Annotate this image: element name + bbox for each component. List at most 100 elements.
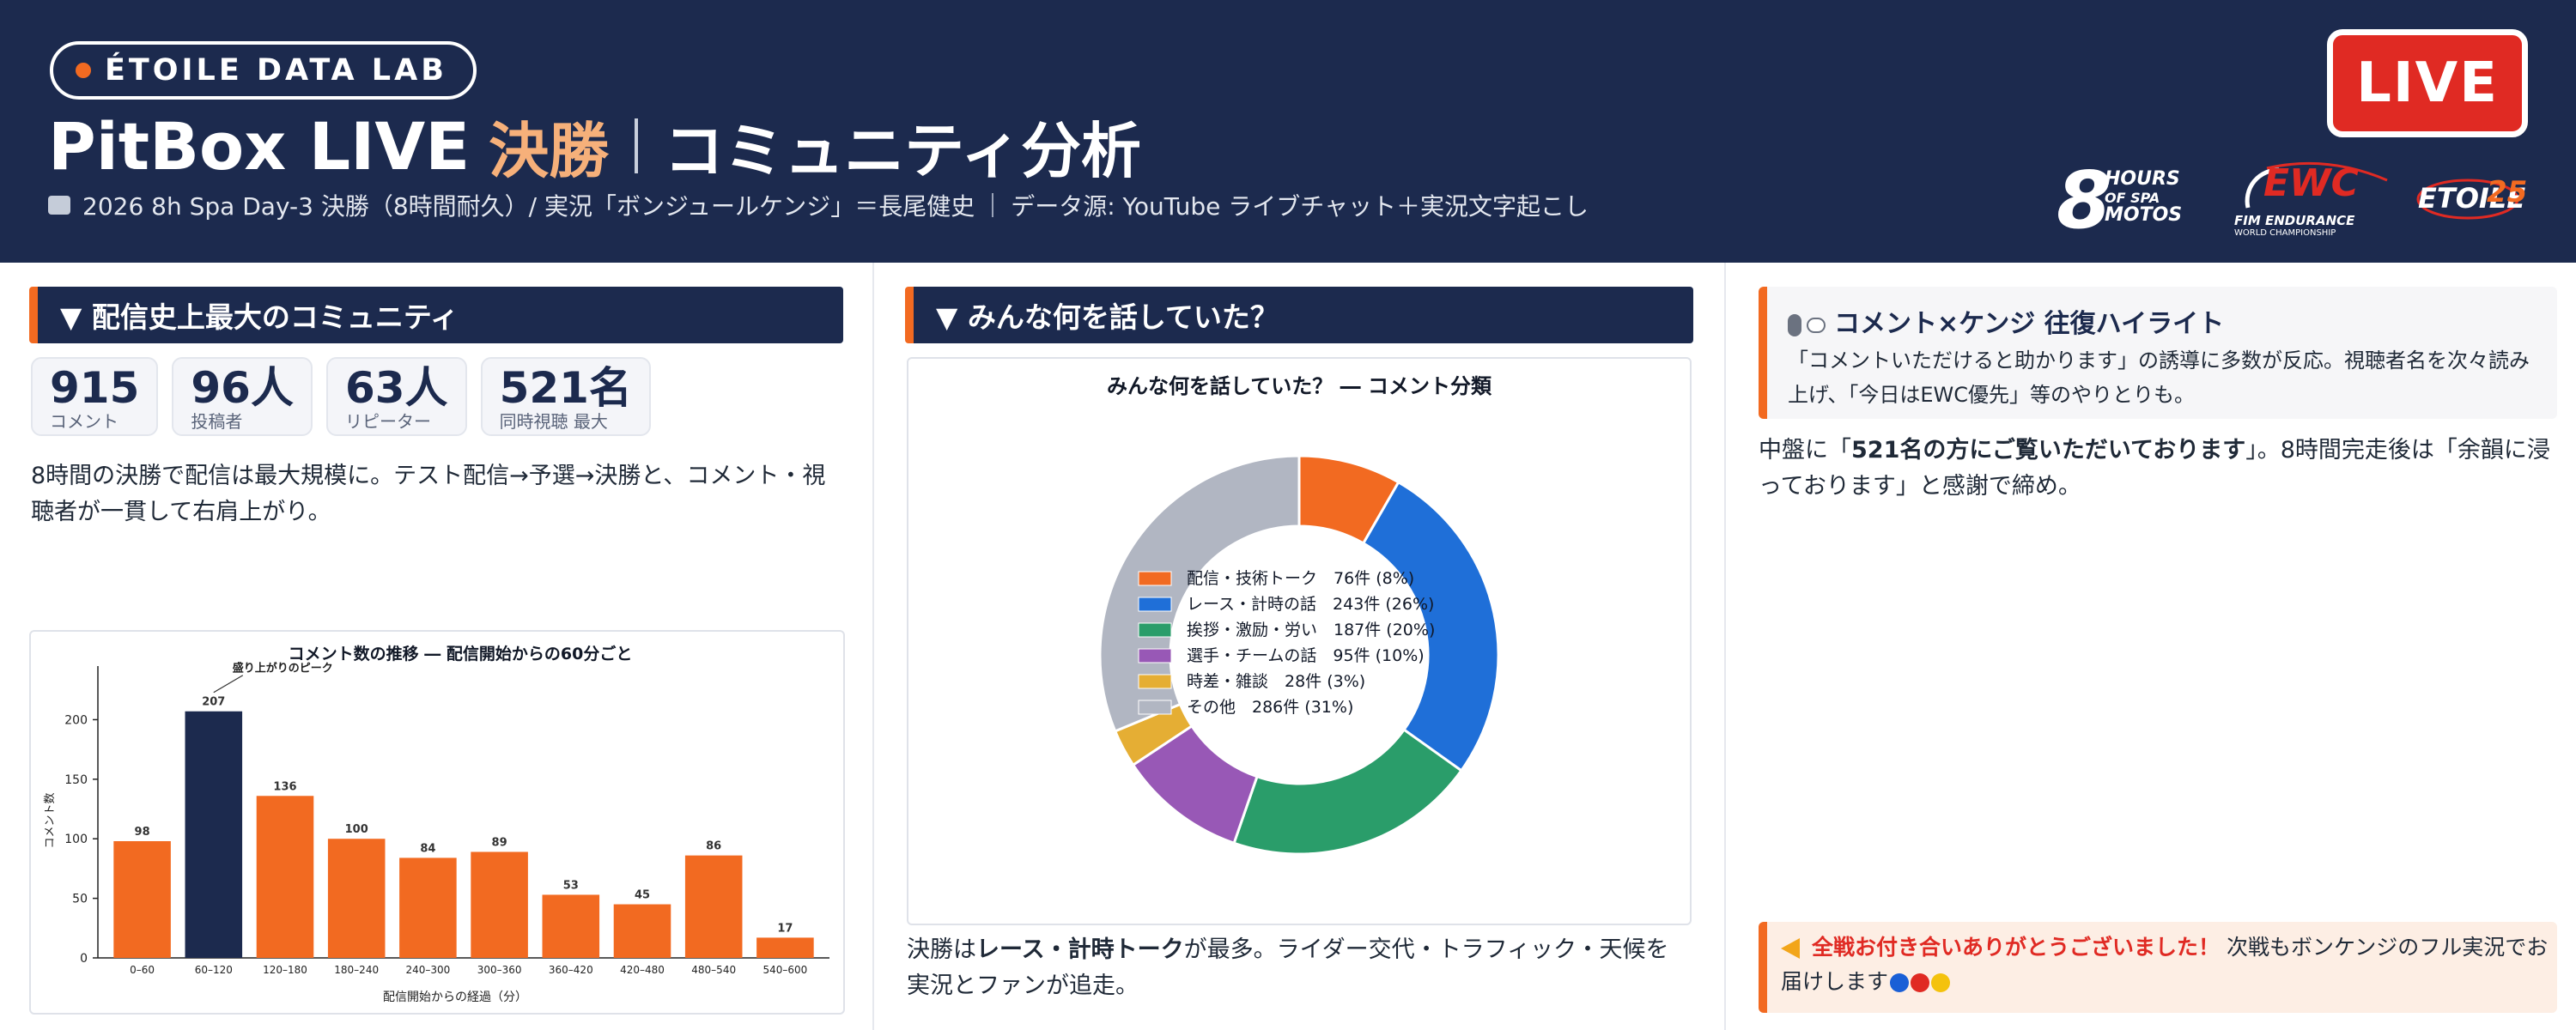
legend-swatch [1138, 622, 1172, 638]
megaphone-icon [1781, 938, 1800, 959]
section-title-topics: ▼ みんな何を話していた？ [905, 287, 1693, 343]
thanks-red-text: 全戦お付き合いありがとうございました！ [1812, 935, 2221, 960]
brand-name: ÉTOILE DATA LAB [105, 53, 447, 88]
page-title: PitBox LIVE 決勝 コミュニティ分析 [48, 106, 1141, 186]
bar-value-label: 86 [706, 840, 721, 853]
legend-swatch [1138, 674, 1172, 689]
stat-value: 96人 [191, 363, 294, 413]
legend-label: 選手・チームの話 95件 (10%) [1187, 646, 1425, 665]
stat-card-viewers: 521名 同時視聴 最大 [480, 357, 651, 436]
bar [756, 937, 814, 958]
stat-value: 915 [50, 363, 140, 413]
viewers-text-pre: 中盤に「 [1759, 437, 1851, 464]
bar [542, 894, 600, 958]
chart-title: コメント数の推移 ― 配信開始からの60分ごと [289, 644, 633, 663]
callout-title-row: コメント×ケンジ 往復ハイライト [1788, 302, 2557, 340]
stat-card-comments: 915 コメント [31, 357, 159, 436]
bar-value-label: 207 [202, 696, 225, 709]
middle-column: ▼ みんな何を話していた？ みんな何を話していた？ ― コメント分類 配信・技術… [874, 263, 1724, 1030]
logo-8h-word: MOTOS [2105, 204, 2183, 226]
yellow-circle-icon [1931, 973, 1951, 992]
stat-label: 同時視聴 最大 [499, 411, 608, 432]
red-circle-icon [1911, 973, 1930, 992]
title-accent: 決勝 [489, 115, 610, 186]
topics-text-pre: 決勝は [907, 936, 976, 963]
subtitle-line: 2026 8h Spa Day-3 決勝（8時間耐久）/ 実況「ボンジュールケン… [48, 187, 1589, 223]
stat-value: 63人 [344, 363, 448, 413]
bar [256, 796, 314, 958]
left-column: ▼ 配信史上最大のコミュニティ 915 コメント 96人 投稿者 63人 リピー… [0, 263, 874, 1030]
callout-body: 「コメントいただけると助かります」の誘導に多数が反応。視聴者名を次々読み上げ、「… [1788, 348, 2530, 407]
brand-dot-icon [76, 63, 91, 78]
bar [327, 839, 386, 958]
bar-value-label: 53 [563, 879, 579, 892]
x-tick-label: 60–120 [195, 964, 233, 976]
topics-text-bold: レース・計時トーク [976, 936, 1184, 963]
viewers-paragraph: 中盤に「521名の方にご覧いただいております」。8時間完走後は「余韻に浸っており… [1759, 433, 2557, 505]
bar [399, 857, 457, 958]
thanks-text: 全戦お付き合いありがとうございました！ 次戦もボンケンジのフル実況でお届けします [1781, 930, 2554, 999]
logo-8h-num: 8 [2057, 154, 2112, 246]
legend-swatch [1138, 700, 1172, 715]
x-tick-label: 0–60 [130, 964, 155, 976]
legend-label: その他 286件 (31%) [1187, 698, 1353, 717]
8-hours-of-spa-logo: 8 HOURS OF SPA MOTOS [2057, 154, 2211, 246]
annotation-arrow [213, 675, 244, 694]
x-tick-label: 540–600 [762, 964, 807, 976]
y-tick-label: 0 [80, 952, 88, 966]
chart-xlabel: 配信開始からの経過（分） [383, 991, 527, 1004]
logo-etoile-num: 25 [2487, 175, 2528, 209]
bar [471, 851, 528, 958]
x-tick-label: 240–300 [405, 964, 450, 976]
bar [113, 841, 171, 958]
y-tick-label: 150 [64, 773, 88, 787]
legend-label: レース・計時の話 243件 (26%) [1187, 595, 1434, 614]
bar [613, 904, 671, 958]
bar-value-label: 89 [492, 836, 507, 849]
donut-chart-panel: みんな何を話していた？ ― コメント分類 配信・技術トーク 76件 (8%) レー… [907, 357, 1692, 925]
thanks-callout: 全戦お付き合いありがとうございました！ 次戦もボンケンジのフル実況でお届けします [1759, 922, 2557, 1013]
chart-title: みんな何を話していた？ ― コメント分類 [1107, 374, 1492, 398]
legend-label: 時差・雑談 28件 (3%) [1187, 672, 1365, 691]
logo-ewc-sub2: WORLD CHAMPIONSHIP [2234, 228, 2336, 238]
bar-value-label: 45 [635, 889, 650, 902]
legend-swatch [1138, 571, 1172, 586]
title-divider [635, 118, 639, 173]
stat-card-posters: 96人 投稿者 [172, 357, 313, 436]
logo-ewc-sub: FIM ENDURANCE [2234, 213, 2355, 228]
x-tick-label: 360–420 [549, 964, 593, 976]
section-title-community: ▼ 配信史上最大のコミュニティ [29, 287, 843, 343]
chart-ylabel: コメント数 [44, 792, 57, 848]
y-tick-label: 100 [64, 833, 88, 846]
bar-chart-panel: コメント数の推移 ― 配信開始からの60分ごと コメント数 配信開始からの経過（… [29, 630, 845, 1015]
stats-row: 915 コメント 96人 投稿者 63人 リピーター 521名 同時視聴 最大 [31, 357, 651, 436]
legend-label: 配信・技術トーク 76件 (8%) [1187, 569, 1414, 588]
tv-icon [48, 196, 70, 215]
bar-value-label: 136 [273, 780, 296, 793]
stat-label: コメント [50, 411, 118, 432]
annotation-label: 盛り上がりのピーク [233, 662, 333, 676]
y-tick-label: 50 [72, 893, 88, 906]
y-tick-label: 200 [64, 713, 88, 727]
subtitle-divider [992, 193, 994, 217]
highlight-callout: コメント×ケンジ 往復ハイライト 「コメントいただけると助かります」の誘導に多数… [1759, 287, 2557, 419]
microphone-icon [1788, 313, 1801, 336]
x-tick-label: 480–540 [691, 964, 736, 976]
right-column: コメント×ケンジ 往復ハイライト 「コメントいただけると助かります」の誘導に多数… [1724, 263, 2576, 1030]
stat-label: リピーター [344, 411, 431, 432]
bar-value-label: 84 [420, 842, 435, 855]
bar [185, 711, 243, 958]
ewc-logo: EWC FIM ENDURANCE WORLD CHAMPIONSHIP [2233, 158, 2396, 240]
live-badge: LIVE [2327, 29, 2528, 137]
donut-slice [1232, 728, 1463, 856]
community-paragraph: 8時間の決勝で配信は最大規模に。テスト配信→予選→決勝と、コメント・視聴者が一貫… [31, 463, 826, 525]
logo-ewc-text: EWC [2263, 161, 2359, 205]
bar-value-label: 98 [135, 826, 150, 839]
comments-bar-chart: コメント数の推移 ― 配信開始からの60分ごと コメント数 配信開始からの経過（… [44, 644, 829, 1004]
topics-donut-chart: みんな何を話していた？ ― コメント分類 配信・技術トーク 76件 (8%) レー… [1098, 374, 1500, 856]
blue-circle-icon [1890, 973, 1910, 992]
stat-label: 投稿者 [191, 411, 243, 432]
stat-card-repeaters: 63人 リピーター [325, 357, 467, 436]
title-sub: コミュニティ分析 [664, 115, 1141, 186]
stat-value: 521名 [499, 363, 632, 413]
